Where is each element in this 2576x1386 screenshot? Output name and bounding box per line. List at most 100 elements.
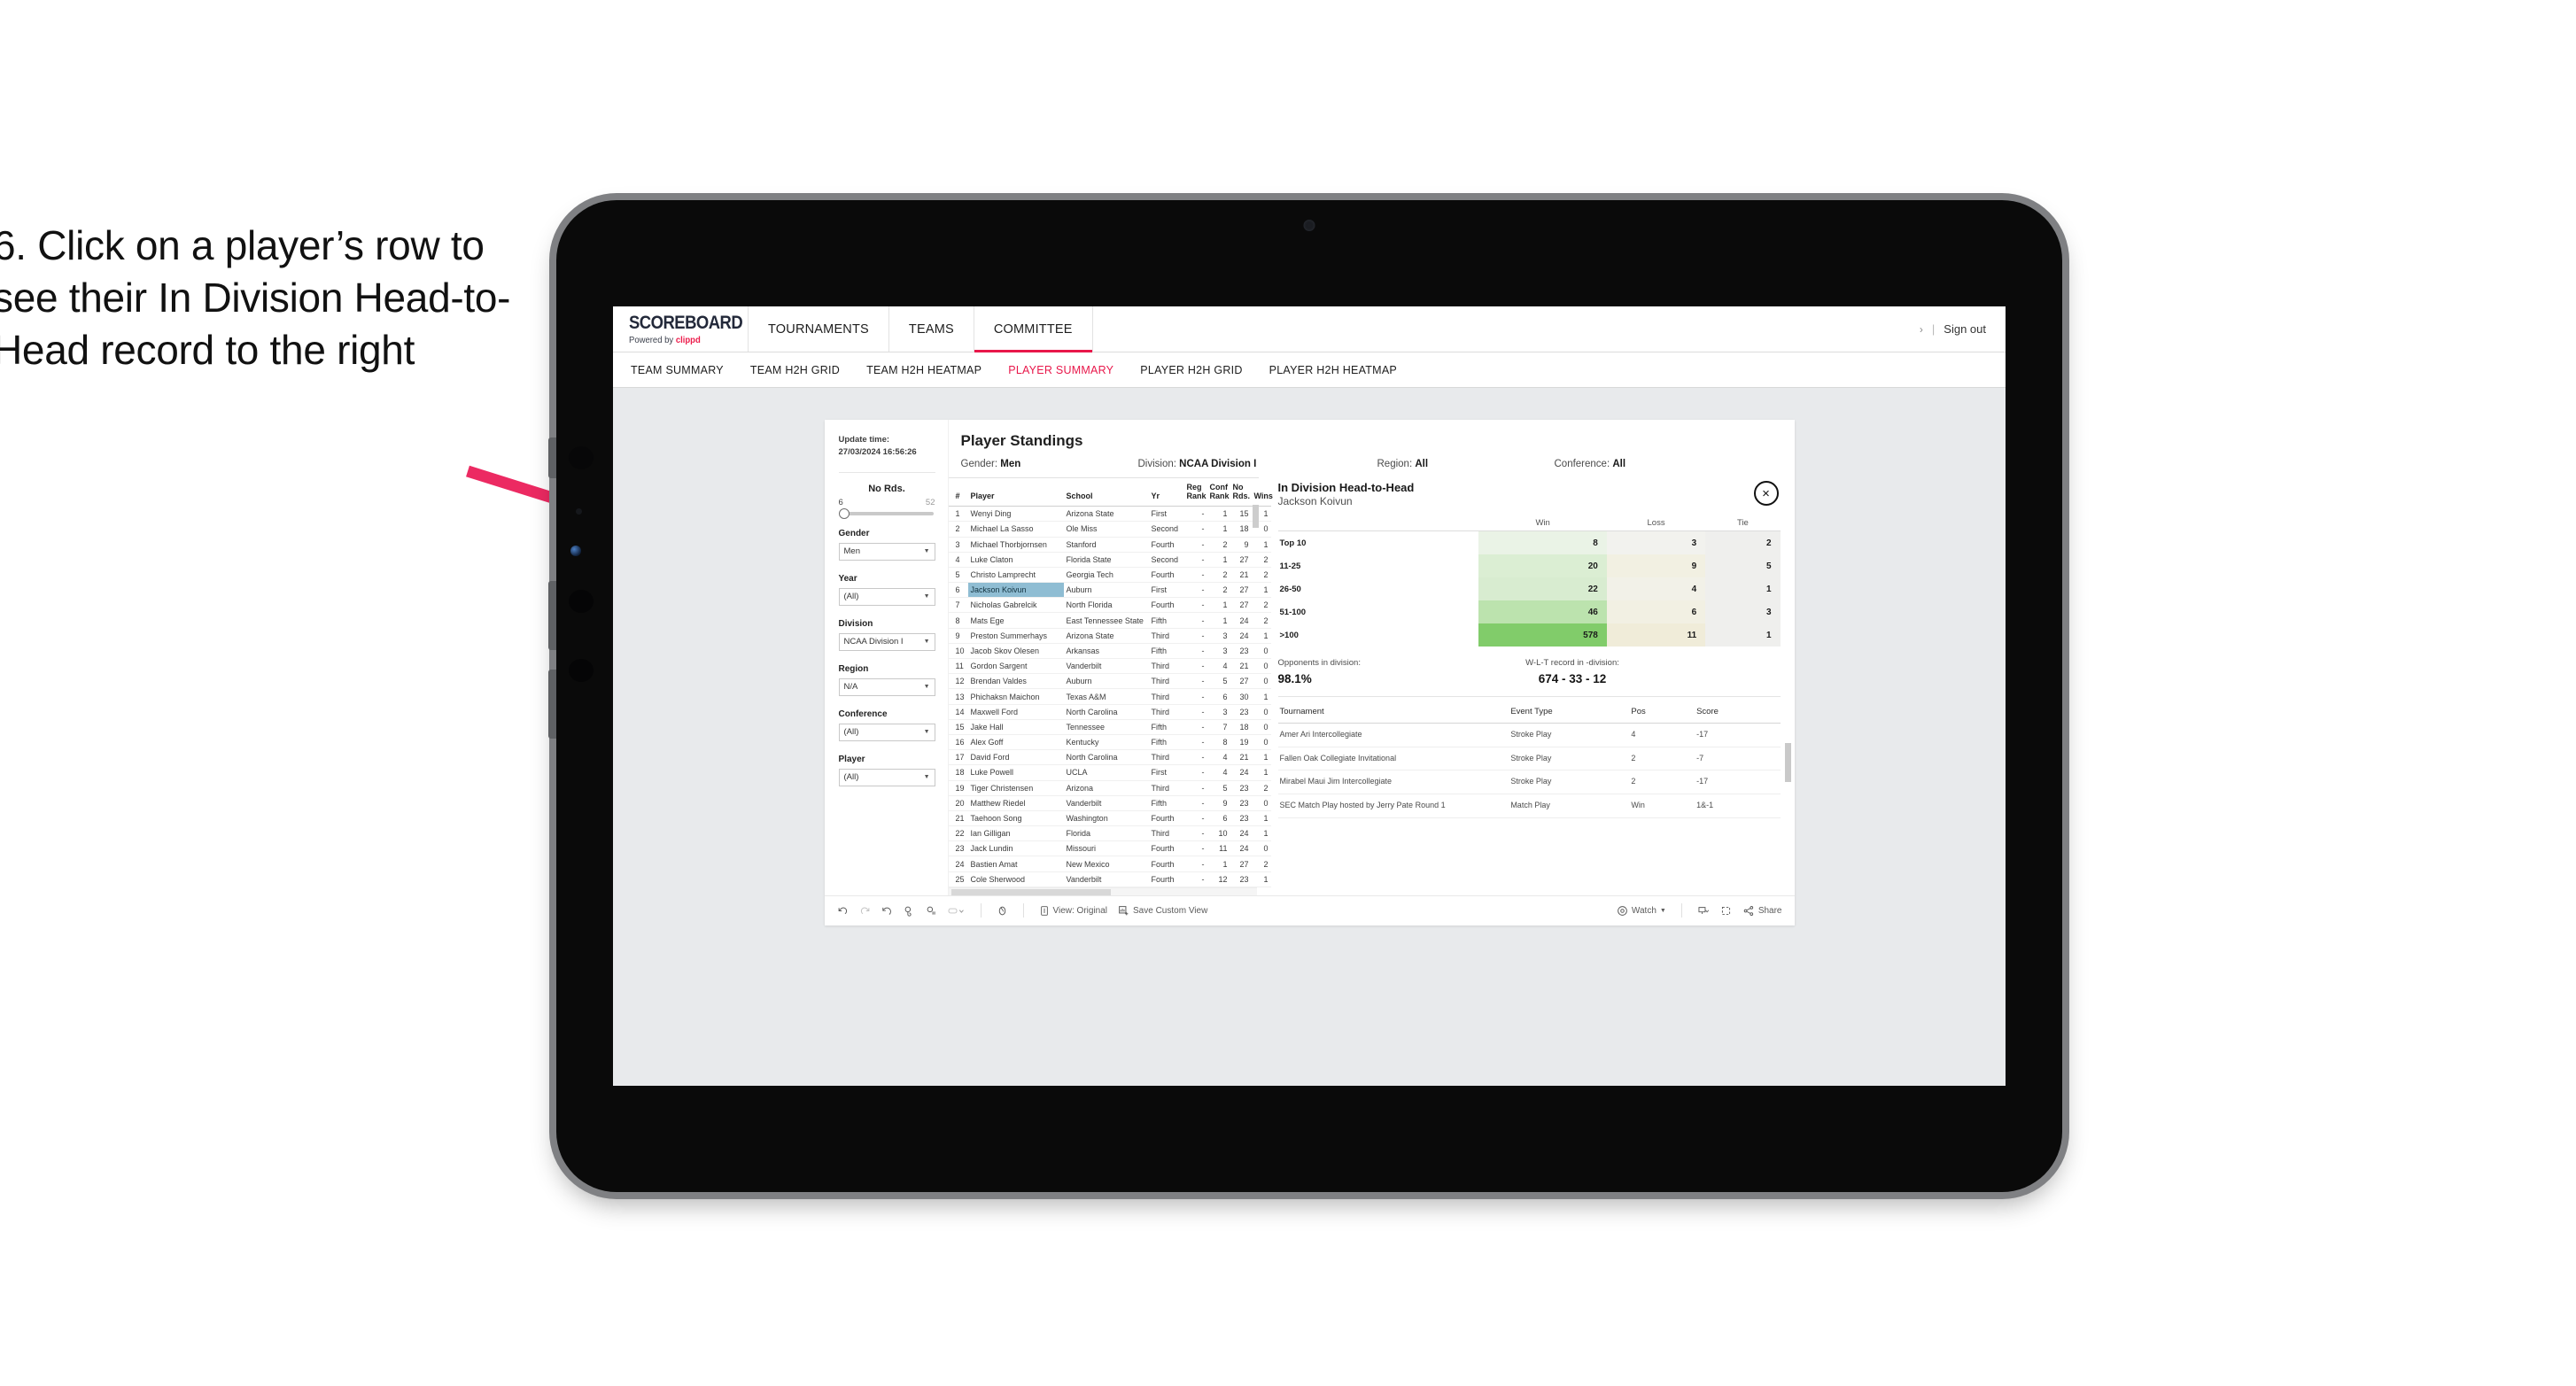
row-reg-rank: -: [1183, 688, 1207, 705]
tab-team-h2h-heatmap[interactable]: TEAM H2H HEATMAP: [866, 364, 982, 376]
table-scrollbar-thumb[interactable]: [1252, 505, 1259, 528]
tournament-row[interactable]: SEC Match Play hosted by Jerry Pate Roun…: [1277, 794, 1781, 818]
brand-logo[interactable]: SCOREBOARD Powered by clippd: [613, 306, 748, 352]
col-reg-rank[interactable]: Reg Rank: [1183, 478, 1207, 507]
table-row[interactable]: 25 Cole Sherwood Vanderbilt Fourth -12 23 1: [948, 871, 1271, 887]
revert-icon[interactable]: [881, 905, 893, 917]
tournament-row[interactable]: Fallen Oak Collegiate Invitational Stroke…: [1277, 747, 1781, 771]
view-original-button[interactable]: View: Original: [1039, 905, 1107, 917]
tcol-score[interactable]: Score: [1695, 699, 1781, 724]
sign-out-link[interactable]: Sign out: [1944, 322, 1986, 336]
nav-item-tournaments[interactable]: TOURNAMENTS: [748, 306, 888, 352]
filter-gender-select[interactable]: Men ▼: [838, 542, 935, 561]
device-layout-button[interactable]: [1697, 905, 1710, 917]
row-player: Gordon Sargent: [967, 658, 1064, 675]
chevron-right-icon[interactable]: ›: [1920, 323, 1923, 336]
tcol-tournament[interactable]: Tournament: [1277, 699, 1509, 724]
close-icon[interactable]: ×: [1753, 481, 1779, 506]
col-conf-rank[interactable]: Conf Rank: [1207, 478, 1230, 507]
tab-player-summary[interactable]: PLAYER SUMMARY: [1008, 364, 1113, 376]
table-row[interactable]: 1 Wenyi Ding Arizona State First -1 15 1: [948, 506, 1271, 523]
filter-division-label: Division: [838, 618, 873, 629]
row-year: Fourth: [1148, 597, 1184, 614]
table-row[interactable]: 13 Phichaksn Maichon Texas A&M Third -6 30 1: [948, 688, 1271, 705]
save-custom-view-button[interactable]: Save Custom View: [1118, 905, 1207, 917]
col-school[interactable]: School: [1063, 478, 1149, 507]
row-rank: 21: [948, 810, 968, 827]
table-row[interactable]: 20 Matthew Riedel Vanderbilt Fifth -9 23 0: [948, 795, 1271, 811]
fullscreen-icon[interactable]: [1720, 905, 1732, 917]
table-hscroll-thumb[interactable]: [950, 888, 1111, 895]
filter-year-select[interactable]: (All) ▼: [838, 587, 935, 606]
share-button[interactable]: Share: [1742, 905, 1782, 917]
nav-item-committee[interactable]: COMMITTEE: [973, 306, 1093, 352]
table-row[interactable]: 22 Ian Gilligan Florida Third -10 24 1: [948, 825, 1271, 842]
meta-division-label: Division:: [1137, 459, 1176, 469]
table-row[interactable]: 23 Jack Lundin Missouri Fourth -11 24 0: [948, 840, 1271, 857]
row-no-rds: 23: [1230, 643, 1252, 660]
table-row[interactable]: 10 Jacob Skov Olesen Arkansas Fifth -3 23 0: [948, 643, 1271, 660]
undo-icon[interactable]: [837, 905, 849, 917]
table-row[interactable]: 4 Luke Claton Florida State Second -1 27 2: [948, 552, 1271, 568]
tournament-scrollbar-thumb[interactable]: [1784, 743, 1791, 782]
table-row[interactable]: 6 Jackson Koivun Auburn First -2 27 1: [948, 582, 1271, 599]
col-year[interactable]: Yr: [1148, 478, 1184, 507]
tab-player-h2h-grid[interactable]: PLAYER H2H GRID: [1140, 364, 1242, 376]
row-no-rds: 24: [1230, 612, 1252, 629]
pause-icon[interactable]: [926, 905, 937, 917]
tournament-row[interactable]: Amer Ari Intercollegiate Stroke Play 4 -17: [1277, 723, 1781, 747]
tournament-row[interactable]: Mirabel Maui Jim Intercollegiate Stroke P…: [1277, 770, 1781, 795]
table-row[interactable]: 8 Mats Ege East Tennessee State Fifth -1 24 2: [948, 612, 1271, 629]
table-row[interactable]: 12 Brendan Valdes Auburn Third -5 27 0: [948, 673, 1271, 690]
h2h-row-label: Top 10: [1277, 530, 1479, 554]
filter-region-select[interactable]: N/A ▼: [838, 678, 935, 696]
h2h-summary: Opponents in division: 98.1% W-L-T recor…: [1278, 658, 1781, 685]
row-school: Ole Miss: [1063, 521, 1149, 538]
tcol-event-type[interactable]: Event Type: [1509, 699, 1630, 724]
table-row[interactable]: 14 Maxwell Ford North Carolina Third -3 23 0: [948, 704, 1271, 720]
refresh-icon[interactable]: [904, 905, 915, 917]
table-row[interactable]: 17 David Ford North Carolina Third -4 21 1: [948, 749, 1271, 766]
tab-team-h2h-grid[interactable]: TEAM H2H GRID: [750, 364, 840, 376]
highlight-icon[interactable]: [997, 905, 1008, 917]
no-rounds-slider[interactable]: [838, 507, 934, 519]
shape-dropdown-icon[interactable]: [948, 905, 966, 917]
tcol-pos[interactable]: Pos: [1629, 699, 1695, 724]
nav-item-teams[interactable]: TEAMS: [888, 306, 974, 352]
table-row[interactable]: 24 Bastien Amat New Mexico Fourth -1 27 2: [948, 856, 1271, 872]
row-reg-rank: -: [1183, 749, 1207, 766]
table-row[interactable]: 16 Alex Goff Kentucky Fifth -8 19 0: [948, 734, 1271, 751]
row-player: Luke Powell: [967, 764, 1064, 781]
col-player[interactable]: Player: [967, 478, 1064, 507]
row-school: Vanderbilt: [1063, 871, 1149, 887]
row-conf-rank: 2: [1207, 582, 1230, 599]
row-conf-rank: 8: [1207, 734, 1230, 751]
row-year: Third: [1148, 658, 1184, 675]
table-row[interactable]: 21 Taehoon Song Washington Fourth -6 23 1: [948, 810, 1271, 827]
table-row[interactable]: 2 Michael La Sasso Ole Miss Second -1 18 0: [948, 521, 1271, 538]
tab-team-summary[interactable]: TEAM SUMMARY: [631, 364, 724, 376]
col-rank[interactable]: #: [948, 478, 968, 507]
table-row[interactable]: 11 Gordon Sargent Vanderbilt Third -4 21 0: [948, 658, 1271, 675]
filter-conference-select[interactable]: (All) ▼: [838, 723, 935, 741]
table-row[interactable]: 7 Nicholas Gabrelcik North Florida Fourth -1…: [948, 597, 1271, 614]
table-row[interactable]: 3 Michael Thorbjornsen Stanford Fourth -2 9 1: [948, 537, 1271, 553]
redo-icon[interactable]: [859, 905, 871, 917]
tourn-pos: 2: [1629, 747, 1695, 771]
filter-division-select[interactable]: NCAA Division I ▼: [838, 632, 935, 651]
col-no-rds[interactable]: No Rds.: [1230, 478, 1252, 507]
chevron-down-icon: ▼: [923, 774, 930, 780]
table-row[interactable]: 18 Luke Powell UCLA First -4 24 1: [948, 764, 1271, 781]
app-screen: SCOREBOARD Powered by clippd TOURNAMENTS…: [613, 306, 2006, 1086]
tablet-speaker2-icon: [569, 590, 594, 613]
watch-button[interactable]: Watch ▼: [1617, 905, 1666, 917]
no-rounds-slider-handle[interactable]: [838, 507, 850, 519]
table-row[interactable]: 5 Christo Lamprecht Georgia Tech Fourth -2 21…: [948, 567, 1271, 584]
table-row[interactable]: 15 Jake Hall Tennessee Fifth -7 18 0: [948, 719, 1271, 735]
table-row[interactable]: 9 Preston Summerhays Arizona State Third -3 2…: [948, 628, 1271, 644]
brand-subtitle: Powered by clippd: [629, 336, 741, 345]
tab-player-h2h-heatmap[interactable]: PLAYER H2H HEATMAP: [1269, 364, 1397, 376]
filter-player-select[interactable]: (All) ▼: [838, 768, 935, 786]
table-row[interactable]: 19 Tiger Christensen Arizona Third -5 23 2: [948, 780, 1271, 796]
filter-player-value: (All): [843, 772, 859, 782]
